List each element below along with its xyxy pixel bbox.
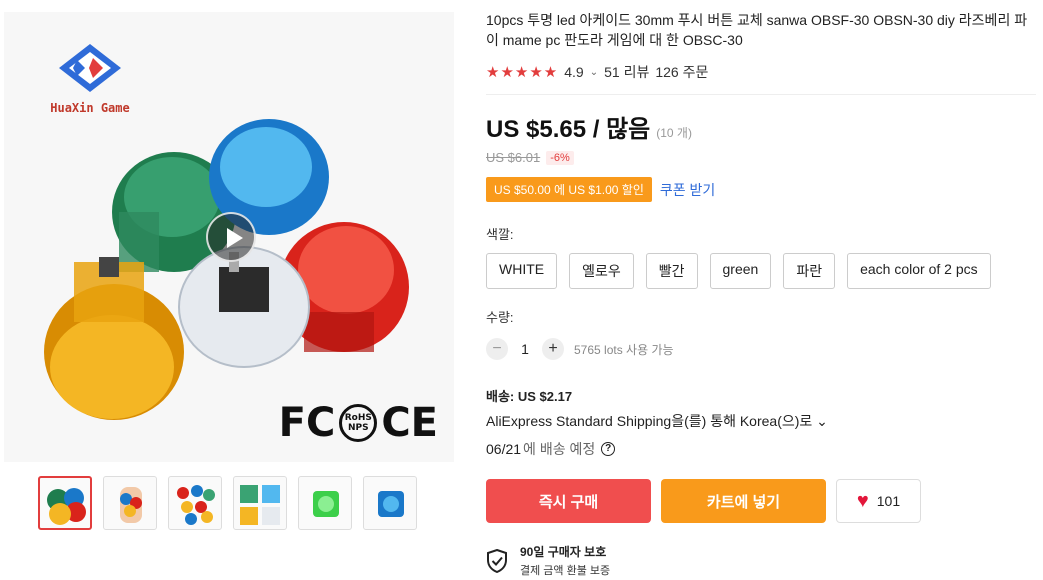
decrement-button[interactable]: − [486,338,508,360]
original-price-row: US $6.01 -6% [486,150,1036,165]
brand-logo: HuaXin Game [40,42,140,115]
protection-title: 90일 구매자 보호 [520,545,607,559]
color-option[interactable]: 파란 [783,253,836,289]
shipping-cost: 배송: US $2.17 [486,389,573,404]
original-price: US $6.01 [486,150,541,165]
current-price: US $5.65 / 많음 [486,116,651,143]
shield-check-icon [487,548,507,573]
thumbnail[interactable] [103,476,157,530]
buyer-protection: 90일 구매자 보호 결제 금액 환불 보증 [486,543,1036,578]
fc-logo: FC [278,400,336,446]
help-icon[interactable]: ? [601,442,616,456]
color-option[interactable]: green [709,253,772,289]
play-video-button[interactable] [206,212,256,262]
delivery-date: 06/21 에 배송 예정 ? [486,439,1036,459]
rating-stars-icon: ★★★★★ [486,64,559,81]
divider [486,94,1036,95]
thumbnail-strip [38,476,417,530]
get-coupon-link[interactable]: 쿠폰 받기 [660,180,715,200]
price-unit: (10 개) [656,126,692,140]
color-label: 색깔: [486,227,514,242]
price-row: US $5.65 / 많음 (10 개) [486,109,1036,144]
shipping-method-selector[interactable]: AliExpress Standard Shipping을(를) 통해 Kore… [486,411,1036,431]
quantity-label: 수량: [486,310,514,325]
discount-badge: -6% [546,150,574,165]
rating-value[interactable]: 4.9 [564,64,583,80]
protection-subtitle: 결제 금액 환불 보증 [520,565,611,577]
increment-button[interactable]: + [542,338,564,360]
ce-logo: CE [381,400,438,446]
thumbnail[interactable] [168,476,222,530]
coupon-row: US $50.00 에 US $1.00 할인 쿠폰 받기 [486,177,1036,202]
product-gallery: HuaXin Game FC RoHS NPS CE [0,0,458,580]
huaxin-logo-icon [59,44,121,92]
product-info: 10pcs 투명 led 아케이드 30mm 푸시 버튼 교체 sanwa OB… [486,10,1036,578]
color-options: WHITE 옐로우 빨간 green 파란 each color of 2 pc… [486,253,1036,289]
thumbnail[interactable] [38,476,92,530]
main-product-image[interactable]: HuaXin Game FC RoHS NPS CE [4,12,454,462]
quantity-input[interactable]: 1 [508,341,542,357]
thumbnail[interactable] [298,476,352,530]
certification-logos: FC RoHS NPS CE [279,400,438,446]
purchase-actions: 즉시 구매 카트에 넣기 ♥ 101 [486,479,1036,523]
wishlist-button[interactable]: ♥ 101 [836,479,921,523]
delivery-date-value: 06/21 [486,441,522,457]
coupon-badge: US $50.00 에 US $1.00 할인 [486,177,652,202]
thumbnail[interactable] [233,476,287,530]
heart-icon: ♥ [856,489,869,512]
thumbnail[interactable] [363,476,417,530]
buy-now-button[interactable]: 즉시 구매 [486,479,651,523]
quantity-stepper: − 1 + 5765 lots 사용 가능 [486,338,1036,360]
rohs-logo: RoHS NPS [339,404,378,442]
color-option[interactable]: WHITE [486,253,558,289]
product-title: 10pcs 투명 led 아케이드 30mm 푸시 버튼 교체 sanwa OB… [486,12,1028,48]
order-count: 126 주문 [655,64,709,80]
color-option[interactable]: each color of 2 pcs [847,253,991,289]
add-to-cart-button[interactable]: 카트에 넣기 [661,479,826,523]
color-option[interactable]: 옐로우 [569,253,634,289]
color-option[interactable]: 빨간 [645,253,698,289]
chevron-down-icon[interactable]: ⌄ [590,67,598,78]
delivery-date-suffix: 에 배송 예정 [523,441,596,457]
available-stock: 5765 lots 사용 가능 [574,342,674,357]
rating-row: ★★★★★ 4.9 ⌄ 51 리뷰 126 주문 [486,62,1036,82]
brand-name: HuaXin Game [50,101,130,115]
review-count[interactable]: 51 리뷰 [604,62,649,82]
wishlist-count: 101 [876,493,901,509]
